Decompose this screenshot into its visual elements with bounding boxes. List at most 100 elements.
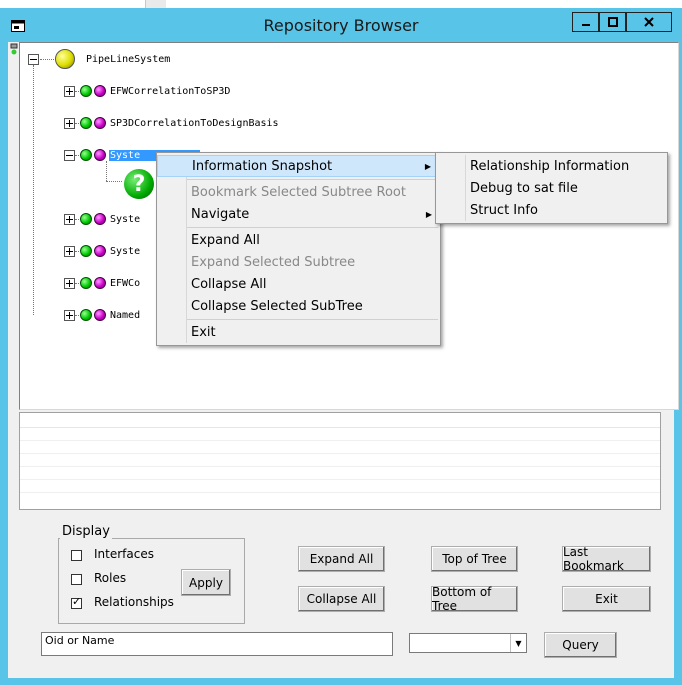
tree-node-label: Syste xyxy=(110,245,141,257)
green-sphere-icon xyxy=(80,149,92,161)
submenu-arrow-icon: ▶ xyxy=(425,209,432,219)
menu-item-label: Relationship Information xyxy=(470,158,630,174)
magenta-sphere-icon xyxy=(94,245,106,257)
context-menu: Information Snapshot ▶ Bookmark Selected… xyxy=(156,152,441,346)
expand-toggle[interactable] xyxy=(64,117,75,129)
minimize-icon xyxy=(581,24,590,26)
close-icon xyxy=(644,17,654,27)
client-area: PipeLineSystem EFWCorrelationToSP3D SP3D… xyxy=(8,42,679,678)
magenta-sphere-icon xyxy=(94,85,106,97)
list-item xyxy=(20,480,660,493)
menu-item-label: Debug to sat file xyxy=(470,180,578,196)
tree-node-label: Syste xyxy=(110,213,141,225)
interfaces-label: Interfaces xyxy=(94,547,154,561)
tree-node[interactable]: EFWCorrelationToSP3D xyxy=(64,81,231,101)
query-type-select[interactable]: ▼ xyxy=(409,633,527,653)
repository-browser-window: Repository Browser PipeLineSystem EFWCor… xyxy=(0,0,682,685)
menu-item-bookmark-subtree-root[interactable]: Bookmark Selected Subtree Root xyxy=(157,181,440,203)
bottom-of-tree-button[interactable]: Bottom of Tree xyxy=(431,585,518,613)
display-group-title: Display xyxy=(60,524,112,539)
list-item xyxy=(20,454,660,467)
close-button[interactable] xyxy=(626,12,672,32)
expand-all-button[interactable]: Expand All xyxy=(298,546,385,572)
tree-node-label: EFWCo xyxy=(110,277,141,289)
yellow-sphere-icon xyxy=(55,49,75,69)
tree-connector xyxy=(106,161,107,181)
tree-connector xyxy=(75,282,79,284)
menu-item-information-snapshot[interactable]: Information Snapshot ▶ xyxy=(157,155,440,177)
menu-item-label: Information Snapshot xyxy=(192,158,333,174)
apply-button[interactable]: Apply xyxy=(181,569,231,596)
query-button[interactable]: Query xyxy=(544,632,617,658)
menu-item-struct-info[interactable]: Struct Info xyxy=(436,199,667,221)
menu-item-label: Collapse All xyxy=(191,276,267,292)
tree-connector xyxy=(33,65,34,315)
tree-node-label: PipeLineSystem xyxy=(86,53,171,65)
restore-icon xyxy=(607,17,618,27)
tree-connector xyxy=(75,90,79,92)
menu-separator xyxy=(187,179,438,180)
green-sphere-icon xyxy=(80,213,92,225)
menu-item-exit[interactable]: Exit xyxy=(157,321,440,343)
green-sphere-icon xyxy=(80,85,92,97)
tree-node[interactable]: Syste xyxy=(64,209,141,229)
collapse-toggle[interactable] xyxy=(64,149,75,161)
chevron-down-icon[interactable]: ▼ xyxy=(510,634,526,652)
tree-node[interactable]: Named xyxy=(64,305,141,325)
menu-item-collapse-selected-subtree[interactable]: Collapse Selected SubTree xyxy=(157,295,440,317)
menu-item-expand-selected-subtree[interactable]: Expand Selected Subtree xyxy=(157,251,440,273)
tree-connector xyxy=(75,122,79,124)
restore-button[interactable] xyxy=(599,12,626,32)
background-tab xyxy=(145,0,166,8)
magenta-sphere-icon xyxy=(94,149,106,161)
list-item xyxy=(20,428,660,441)
roles-label: Roles xyxy=(94,571,127,585)
collapse-toggle[interactable] xyxy=(28,53,39,65)
menu-item-label: Collapse Selected SubTree xyxy=(191,298,363,314)
expand-toggle[interactable] xyxy=(64,213,75,225)
tree-connector xyxy=(75,154,79,156)
interfaces-checkbox[interactable] xyxy=(71,550,82,561)
collapse-all-button[interactable]: Collapse All xyxy=(298,586,385,612)
tree-connector xyxy=(75,218,79,220)
tree-node-root[interactable]: PipeLineSystem xyxy=(28,49,171,69)
list-item xyxy=(20,441,660,454)
menu-item-navigate[interactable]: Navigate ▶ xyxy=(157,203,440,225)
expand-toggle[interactable] xyxy=(64,245,75,257)
top-of-tree-button[interactable]: Top of Tree xyxy=(431,546,518,572)
relationships-checkbox[interactable] xyxy=(71,595,82,609)
tree-node-label: EFWCorrelationToSP3D xyxy=(110,85,231,97)
menu-item-label: Bookmark Selected Subtree Root xyxy=(191,184,406,200)
tree-node-label: SP3DCorrelationToDesignBasis xyxy=(110,117,279,129)
magenta-sphere-icon xyxy=(94,213,106,225)
expand-toggle[interactable] xyxy=(64,85,75,97)
pin-icon xyxy=(10,43,18,55)
last-bookmark-button[interactable]: Last Bookmark xyxy=(562,545,651,573)
tree-connector xyxy=(40,58,54,60)
submenu-arrow-icon: ▶ xyxy=(424,161,431,171)
minimize-button[interactable] xyxy=(572,12,599,32)
tree-connector xyxy=(75,314,79,316)
menu-item-debug-to-sat-file[interactable]: Debug to sat file xyxy=(436,177,667,199)
menu-item-label: Expand All xyxy=(191,232,260,248)
tree-node[interactable]: EFWCo xyxy=(64,273,141,293)
menu-item-expand-all[interactable]: Expand All xyxy=(157,229,440,251)
green-sphere-icon xyxy=(80,245,92,257)
tree-node[interactable]: Syste xyxy=(64,241,141,261)
expand-toggle[interactable] xyxy=(64,309,75,321)
green-sphere-icon xyxy=(80,277,92,289)
information-snapshot-submenu: Relationship Information Debug to sat fi… xyxy=(435,152,668,224)
title-bar[interactable]: Repository Browser xyxy=(0,8,682,42)
expand-toggle[interactable] xyxy=(64,277,75,289)
details-list[interactable] xyxy=(19,412,661,510)
menu-item-relationship-information[interactable]: Relationship Information xyxy=(436,155,667,177)
magenta-sphere-icon xyxy=(94,117,106,129)
help-question-icon[interactable]: ? xyxy=(124,169,154,199)
menu-separator xyxy=(187,319,438,320)
menu-item-collapse-all[interactable]: Collapse All xyxy=(157,273,440,295)
exit-button[interactable]: Exit xyxy=(562,586,651,612)
roles-checkbox[interactable] xyxy=(71,574,82,585)
oid-or-name-input[interactable]: Oid or Name xyxy=(41,632,393,656)
relationships-label: Relationships xyxy=(94,595,174,609)
tree-node[interactable]: SP3DCorrelationToDesignBasis xyxy=(64,113,280,133)
